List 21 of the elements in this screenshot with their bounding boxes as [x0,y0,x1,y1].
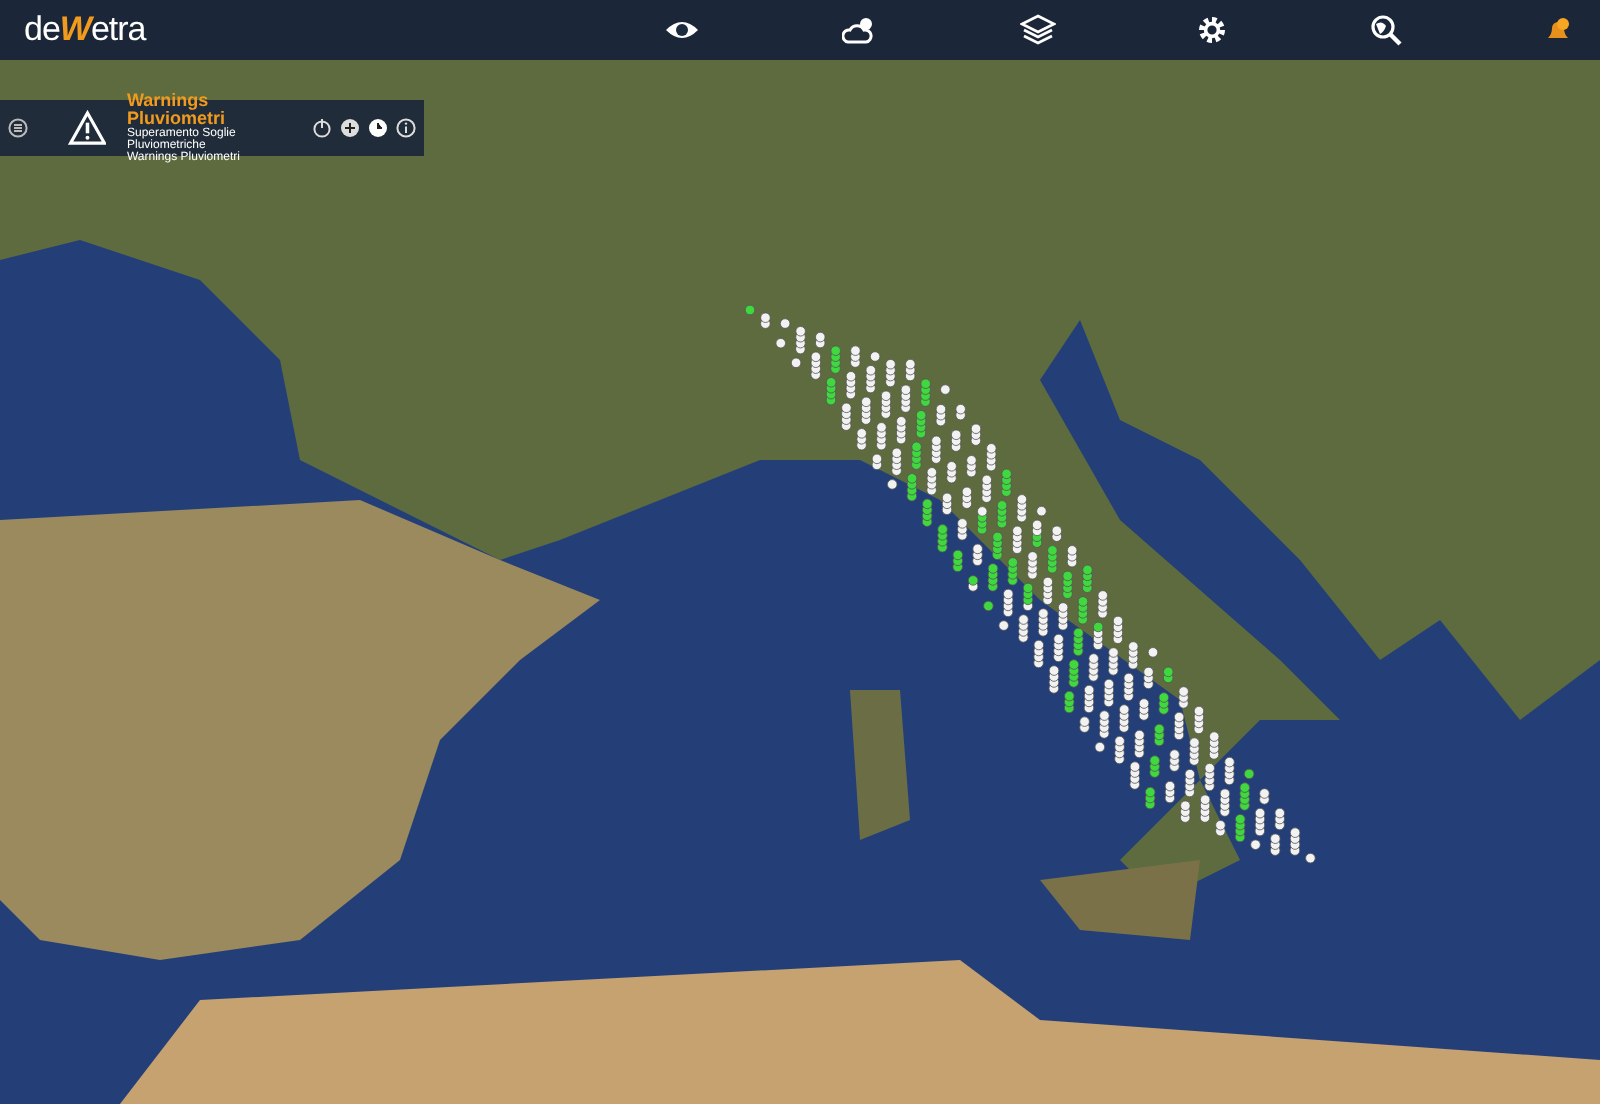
bell-icon [1543,16,1572,44]
app-logo: deWetra [24,10,149,50]
layers-button[interactable] [1015,10,1060,50]
layer-menu-button[interactable] [8,118,28,138]
globe-search-icon [1370,14,1403,46]
plus-icon [340,118,360,138]
list-icon [8,118,28,138]
eye-icon [664,18,700,42]
info-icon [396,118,416,138]
add-button[interactable] [340,118,360,138]
warning-icon [68,108,107,148]
layers-icon [1019,14,1056,46]
settings-icon [1196,14,1229,46]
info-button[interactable] [396,118,416,138]
cloud-sun-icon [841,14,878,46]
clock-icon [368,118,388,138]
map-search-button[interactable] [1366,10,1407,50]
time-button[interactable] [368,118,388,138]
power-button[interactable] [312,118,332,138]
power-icon [312,118,332,138]
layer-title: Warnings Pluviometri [126,92,225,128]
